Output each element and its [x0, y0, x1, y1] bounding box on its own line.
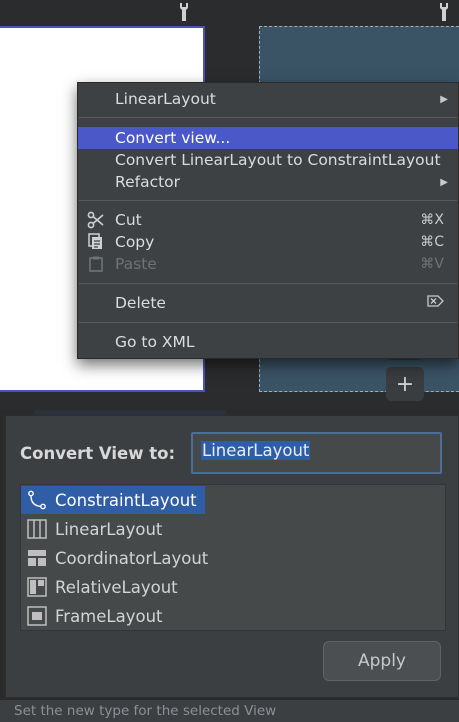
list-item-label: LinearLayout — [55, 519, 163, 539]
convert-view-label: Convert View to: — [20, 444, 176, 463]
view-type-field-value: LinearLayout — [201, 441, 311, 460]
plus-icon[interactable]: + — [386, 367, 424, 401]
wrench-icon[interactable] — [177, 2, 191, 22]
scissors-icon — [87, 211, 105, 229]
delete-key-icon — [427, 295, 444, 311]
frame-layout-icon — [25, 605, 49, 627]
status-bar: Set the new type for the selected View — [0, 699, 459, 722]
menu-item-label: Copy — [115, 233, 155, 251]
submenu-arrow-icon: ▶ — [440, 176, 448, 188]
linear-layout-icon — [25, 518, 49, 540]
menu-item-label: Go to XML — [115, 333, 195, 351]
submenu-arrow-icon: ▶ — [440, 93, 448, 105]
list-item-constraintlayout[interactable]: ConstraintLayout — [21, 486, 205, 514]
list-item-label: ConstraintLayout — [55, 490, 197, 510]
list-item-framelayout[interactable]: FrameLayout — [21, 602, 171, 630]
copy-icon — [87, 233, 105, 251]
list-item-relativelayout[interactable]: RelativeLayout — [21, 573, 186, 601]
coordinator-layout-icon — [25, 547, 49, 569]
shortcut-label: ⌘V — [420, 256, 444, 272]
apply-button[interactable]: Apply — [323, 641, 441, 681]
menu-separator — [79, 283, 457, 284]
menu-item-convert-to-constraintlayout[interactable]: Convert LinearLayout to ConstraintLayout — [78, 149, 458, 171]
menu-item-label: Convert LinearLayout to ConstraintLayout — [115, 151, 441, 169]
menu-item-delete[interactable]: Delete — [78, 292, 458, 314]
list-item-label: CoordinatorLayout — [55, 548, 209, 568]
wrench-icon[interactable] — [437, 2, 451, 22]
menu-item-linearlayout[interactable]: LinearLayout ▶ — [78, 88, 458, 110]
menu-item-paste[interactable]: Paste ⌘V — [78, 253, 458, 275]
menu-separator — [79, 117, 457, 118]
menu-item-label: Paste — [115, 255, 157, 273]
menu-item-label: Cut — [115, 211, 142, 229]
menu-item-cut[interactable]: Cut ⌘X — [78, 209, 458, 231]
menu-item-label: LinearLayout — [115, 90, 216, 108]
list-item-linearlayout[interactable]: LinearLayout — [21, 515, 170, 543]
list-item-label: FrameLayout — [55, 606, 163, 626]
list-item-coordinatorlayout[interactable]: CoordinatorLayout — [21, 544, 216, 572]
menu-item-label: Convert view... — [115, 129, 231, 147]
shortcut-label: ⌘X — [420, 212, 444, 228]
menu-item-label: Refactor — [115, 173, 181, 191]
shortcut-label: ⌘C — [420, 234, 444, 250]
menu-separator — [79, 200, 457, 201]
list-item-label: RelativeLayout — [55, 577, 178, 597]
view-type-field[interactable]: LinearLayout — [191, 432, 442, 474]
paste-icon — [87, 255, 105, 273]
menu-item-refactor[interactable]: Refactor ▶ — [78, 171, 458, 193]
status-text: Set the new type for the selected View — [14, 703, 277, 719]
relative-layout-icon — [25, 576, 49, 598]
menu-separator — [79, 322, 457, 323]
constraint-layout-icon — [25, 489, 49, 511]
view-type-list: ConstraintLayout LinearLayout Coordinato… — [20, 484, 446, 631]
convert-view-dialog: Convert View to: LinearLayout Constraint… — [5, 415, 459, 698]
menu-item-convert-view[interactable]: Convert view... — [78, 127, 458, 149]
menu-item-copy[interactable]: Copy ⌘C — [78, 231, 458, 253]
context-menu: LinearLayout ▶ Convert view... Convert L… — [77, 82, 459, 359]
menu-item-go-to-xml[interactable]: Go to XML — [78, 331, 458, 353]
menu-item-label: Delete — [115, 294, 166, 312]
